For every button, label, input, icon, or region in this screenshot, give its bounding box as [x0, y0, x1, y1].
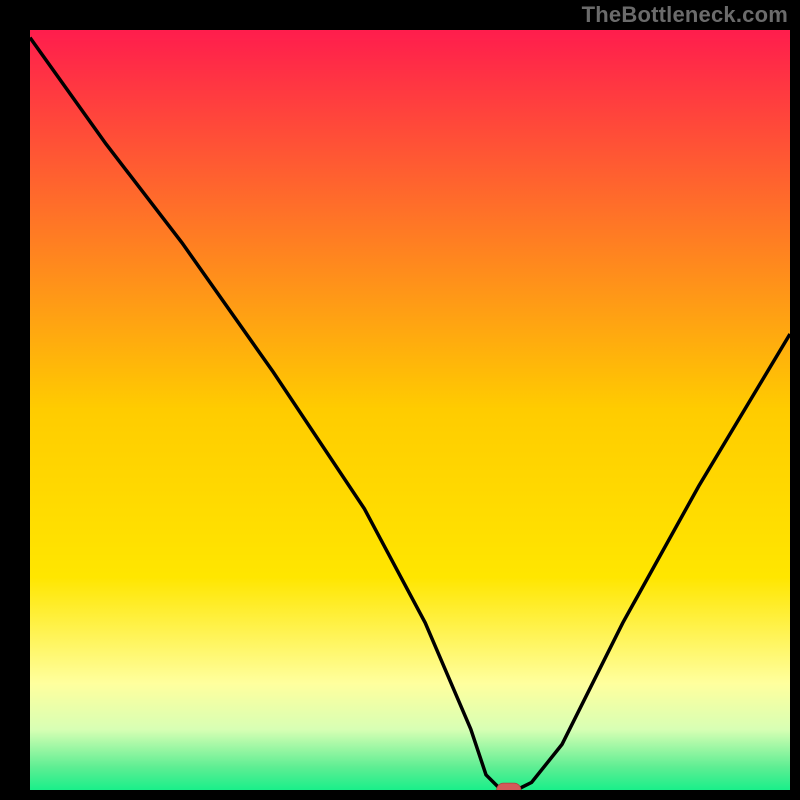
- gradient-background: [30, 30, 790, 790]
- plot-area: [30, 30, 790, 790]
- plot-svg: [30, 30, 790, 790]
- optimum-marker: [497, 783, 521, 790]
- chart-frame: TheBottleneck.com: [0, 0, 800, 800]
- watermark-text: TheBottleneck.com: [582, 2, 788, 28]
